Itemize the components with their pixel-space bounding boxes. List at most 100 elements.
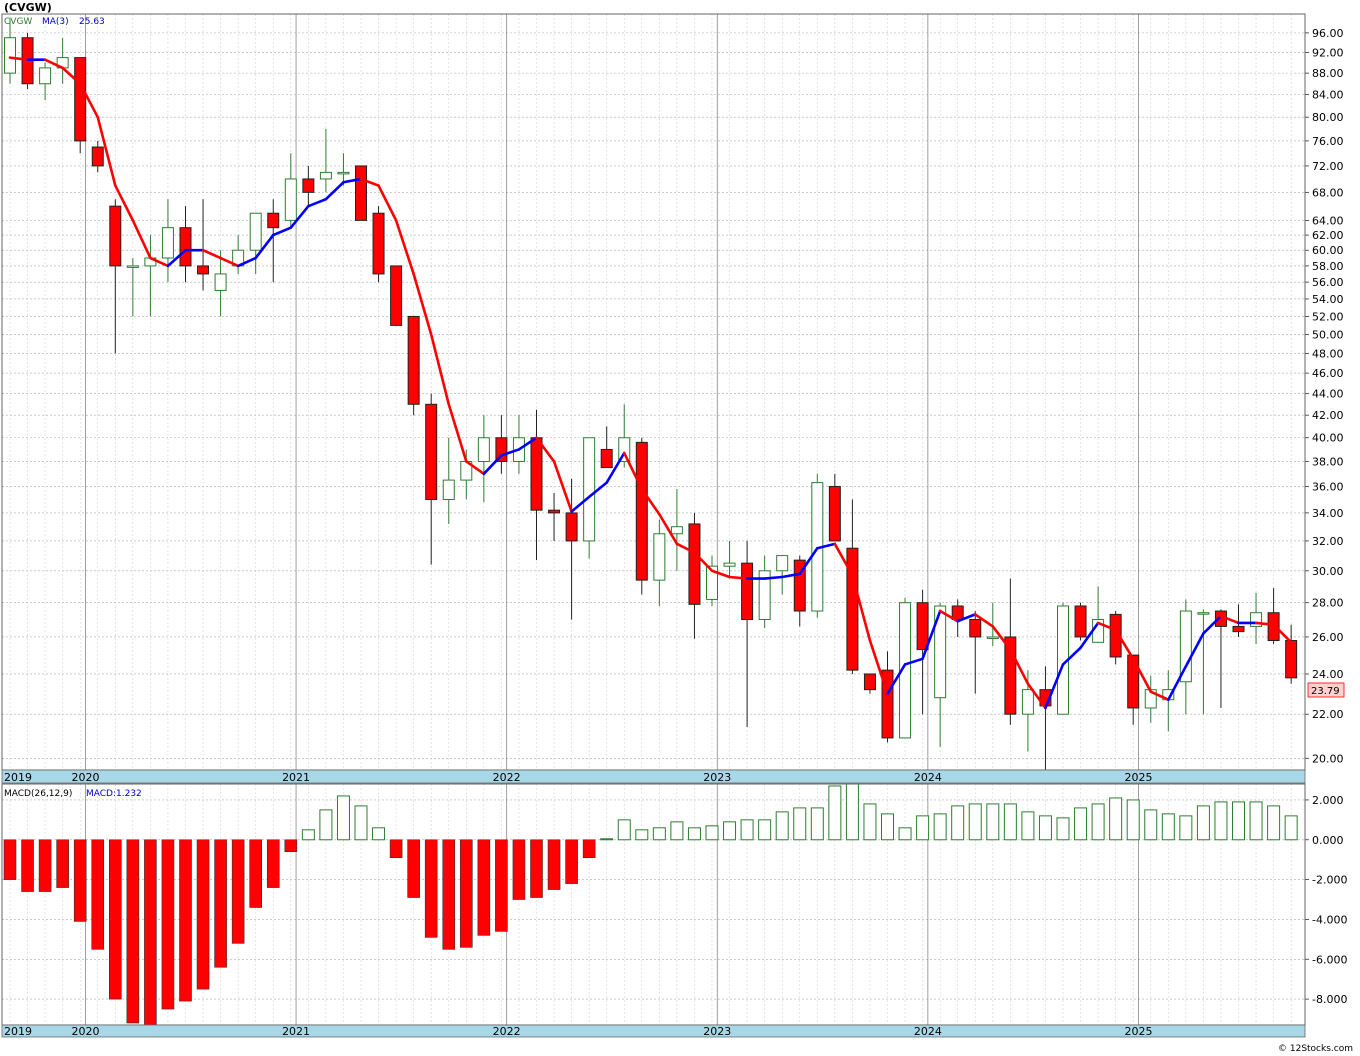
macd-bar [179,839,192,1002]
macd-legend-value: MACD:1.232 [86,789,142,799]
candle [811,473,824,618]
macd-bar [161,839,175,1010]
candle-body [916,602,929,651]
macd-bar [91,839,105,950]
macd-bar [617,819,631,841]
ma-segment [763,575,784,580]
price-tick-label: 30.00 [1312,565,1344,578]
candle-body [477,437,490,462]
macd-bar [723,821,737,841]
candle-body [425,403,438,500]
macd-bar [530,839,543,898]
price-tick-label: 26.00 [1312,631,1344,644]
price-tick-label: 24.00 [1312,668,1344,681]
macd-bar [336,795,350,841]
price-tick-label: 48.00 [1312,347,1344,360]
candle-body [407,315,420,405]
macd-bar [565,839,578,884]
candle [390,265,403,326]
price-x-tick-label: 2020 [71,771,99,784]
macd-bar [600,838,614,841]
macd-bar [845,783,859,841]
macd-tick-label: -2.000 [1312,874,1347,887]
macd-bar [73,839,87,922]
macd-bar [1056,817,1070,841]
candle-body [197,265,210,275]
macd-x-axis-band [1,1024,1306,1038]
price-tick-label: 46.00 [1312,367,1344,380]
macd-bar [810,807,824,841]
macd-x-tick-label: 2020 [71,1025,99,1038]
price-tick-label: 20.00 [1312,752,1344,765]
price-tick-label: 52.00 [1312,310,1344,323]
macd-bar [863,803,877,841]
price-tick-label: 32.00 [1312,535,1344,548]
price-x-axis-band [1,769,1306,784]
candle-body [1232,625,1245,633]
candle-body [653,533,666,581]
macd-bar [740,819,754,841]
candle-body [284,178,297,221]
macd-bar [372,827,386,841]
macd-bar [1021,811,1035,841]
price-tick-label: 50.00 [1312,329,1344,342]
macd-bar [109,839,122,1000]
macd-bar [424,839,438,938]
macd-bar [126,839,140,1024]
candle-body [91,146,104,167]
candle-body [670,526,683,535]
price-tick-label: 64.00 [1312,214,1344,227]
ma-segment [728,575,749,580]
macd-bar [512,839,526,900]
price-tick-label: 92.00 [1312,47,1344,60]
macd-bar [652,827,666,841]
macd-bar [1214,801,1228,841]
price-x-tick-label: 2022 [493,771,521,784]
macd-bar [319,809,333,841]
candle-body [179,227,192,267]
macd-bar [266,839,280,888]
price-x-tick-label: 2021 [282,771,310,784]
macd-bar [3,839,17,880]
candle-body [39,67,52,85]
candle-body [109,205,122,267]
credit-text: © 12Stocks.com [1278,1044,1353,1054]
price-x-tick-label: 2025 [1124,771,1152,784]
macd-x-tick-label: 2023 [703,1025,731,1038]
macd-bar [477,839,491,936]
macd-bar [249,839,262,908]
macd-bar [705,825,719,841]
candle-body [969,619,982,638]
candle-body [337,171,350,175]
macd-tick-label: 2.000 [1312,794,1344,807]
macd-x-tick-label: 2022 [493,1025,521,1038]
macd-bar [231,839,245,944]
macd-bar [828,785,842,841]
macd-legend-label: MACD(26,12,9) [4,789,72,799]
price-tick-label: 34.00 [1312,507,1344,520]
candle-body [442,479,455,500]
candle [899,597,912,739]
macd-bar [547,839,561,890]
macd-bar [1232,801,1245,841]
macd-bar [196,839,210,990]
candle-body [1021,689,1034,715]
candle-body [1074,605,1087,638]
candle-body [267,212,280,229]
price-tick-label: 44.00 [1312,388,1344,401]
candle-body [863,673,876,691]
macd-x-tick-label: 2019 [4,1025,32,1038]
price-tick-label: 68.00 [1312,186,1344,199]
macd-bar [687,827,701,841]
price-tick-label: 58.00 [1312,260,1344,273]
macd-tick-label: -6.000 [1312,953,1347,966]
candle-body [828,485,841,542]
macd-bar [459,839,473,948]
macd-bar [635,829,649,841]
ma-legend-label: MA(3) [42,17,69,27]
ma-segment [1254,621,1275,626]
macd-bar [1161,813,1175,841]
candle-body [74,57,87,142]
candle-body [1267,612,1280,642]
price-tick-label: 42.00 [1312,409,1344,422]
